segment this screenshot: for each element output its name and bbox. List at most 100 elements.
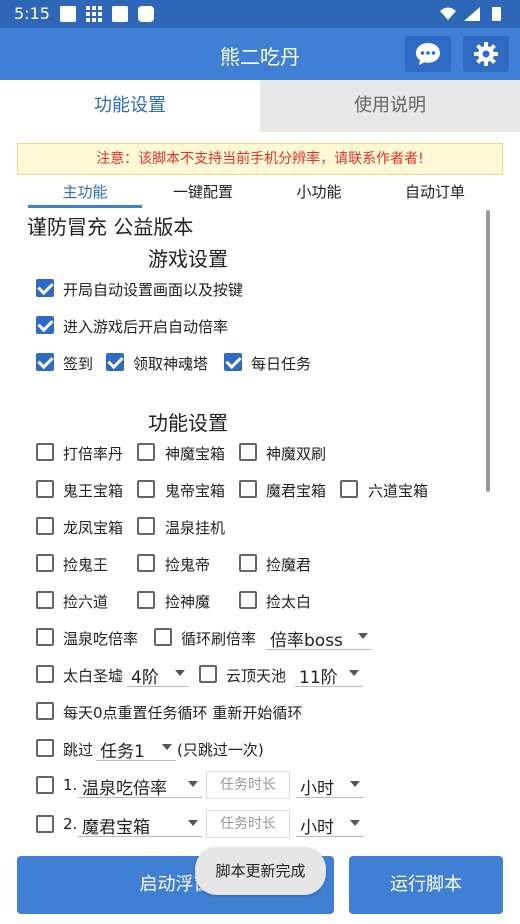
skip-note: (只跳过一次) <box>177 741 264 759</box>
reset-loop-label: 每天0点重置任务循环 重新开始循环 <box>63 704 303 722</box>
tab-instructions[interactable]: 使用说明 <box>260 80 520 132</box>
task-2-duration-input[interactable]: 任务时长 <box>206 810 290 838</box>
update-complete-toast: 脚本更新完成 <box>195 847 326 895</box>
subtab-one-click-config[interactable]: 一键配置 <box>146 180 260 208</box>
taibai-dropdown-value: 4阶 <box>131 668 159 688</box>
subtab-main[interactable]: 主功能 <box>28 180 142 208</box>
task-2-unit-value: 小时 <box>300 818 334 838</box>
pick-ghost-king-checkbox[interactable] <box>36 554 54 572</box>
wifi-icon <box>440 7 456 20</box>
cloud-pool-label: 云顶天池 <box>226 667 287 685</box>
dropdown-arrow-icon <box>188 820 198 826</box>
chat-button[interactable] <box>405 36 451 72</box>
skip-task-dropdown[interactable]: 任务1 <box>96 735 176 762</box>
pick-taibai-checkbox[interactable] <box>239 591 257 609</box>
tower-checkbox[interactable] <box>106 353 124 371</box>
app-notification-icon-2 <box>138 6 154 22</box>
task-2-dropdown-value: 魔君宝箱 <box>82 818 150 838</box>
dropdown-arrow-icon <box>358 633 368 639</box>
resolution-warning: 注意：该脚本不支持当前手机分辨率，请联系作者者! <box>17 143 503 175</box>
signal-icon <box>464 7 480 21</box>
tab-function-settings[interactable]: 功能设置 <box>0 80 260 132</box>
daily-checkbox[interactable] <box>224 353 242 371</box>
skip-checkbox[interactable] <box>36 739 54 757</box>
game-settings-title: 游戏设置 <box>148 247 228 271</box>
god-demon-box-label: 神魔宝箱 <box>165 445 226 463</box>
ghost-emperor-box-label: 鬼帝宝箱 <box>165 482 226 500</box>
hot-spring-rate-label: 温泉吃倍率 <box>63 630 139 648</box>
pick-taibai-label: 捡太白 <box>266 593 312 611</box>
rate-pill-checkbox[interactable] <box>36 443 54 461</box>
hot-spring-idle-checkbox[interactable] <box>137 517 155 535</box>
pick-six-paths-checkbox[interactable] <box>36 591 54 609</box>
task-1-dropdown[interactable]: 温泉吃倍率 <box>78 772 202 799</box>
auto-rate-checkbox[interactable] <box>36 316 54 334</box>
task-1-checkbox[interactable] <box>36 776 54 794</box>
task-1-dropdown-value: 温泉吃倍率 <box>82 779 167 799</box>
pick-ghost-emperor-label: 捡鬼帝 <box>165 556 211 574</box>
hot-spring-idle-label: 温泉挂机 <box>165 519 226 537</box>
dropdown-arrow-icon <box>162 744 172 750</box>
tower-label: 领取神魂塔 <box>133 355 209 373</box>
status-time: 5:15 <box>14 4 50 23</box>
loop-rate-checkbox[interactable] <box>154 628 172 646</box>
six-paths-box-checkbox[interactable] <box>340 480 358 498</box>
cloud-pool-dropdown-value: 11阶 <box>299 668 338 688</box>
app-notification-icon <box>112 6 128 22</box>
auto-setup-checkbox[interactable] <box>36 279 54 297</box>
ghost-king-box-checkbox[interactable] <box>36 480 54 498</box>
dropdown-arrow-icon <box>350 820 360 826</box>
status-bar: 5:15 <box>0 0 520 28</box>
task-1-duration-input[interactable]: 任务时长 <box>206 771 290 799</box>
skip-task-dropdown-value: 任务1 <box>100 742 145 762</box>
rate-pill-label: 打倍率丹 <box>63 445 124 463</box>
sign-in-checkbox[interactable] <box>36 353 54 371</box>
dropdown-arrow-icon <box>188 781 198 787</box>
god-demon-double-checkbox[interactable] <box>239 443 257 461</box>
pick-god-demon-checkbox[interactable] <box>137 591 155 609</box>
skip-label: 跳过 <box>63 741 94 759</box>
task-1-unit-dropdown[interactable]: 小时 <box>296 772 364 799</box>
settings-button[interactable] <box>463 36 509 72</box>
pick-demon-lord-label: 捡魔君 <box>266 556 312 574</box>
taibai-dropdown[interactable]: 4阶 <box>127 661 189 688</box>
pick-god-demon-label: 捡神魔 <box>165 593 211 611</box>
cloud-pool-checkbox[interactable] <box>199 665 217 683</box>
ghost-emperor-box-checkbox[interactable] <box>137 480 155 498</box>
god-demon-double-label: 神魔双刷 <box>266 445 327 463</box>
dragon-phoenix-box-checkbox[interactable] <box>36 517 54 535</box>
pick-ghost-emperor-checkbox[interactable] <box>137 554 155 572</box>
dropdown-arrow-icon <box>175 670 185 676</box>
pick-demon-lord-checkbox[interactable] <box>239 554 257 572</box>
scrollbar[interactable] <box>486 210 490 492</box>
status-icons <box>438 5 508 27</box>
function-settings-title: 功能设置 <box>148 411 228 435</box>
task-1-number: 1. <box>63 776 78 794</box>
taibai-label: 太白圣墟 <box>63 667 124 685</box>
loop-rate-dropdown[interactable]: 倍率boss <box>266 624 372 651</box>
battery-icon <box>492 7 501 21</box>
auto-setup-label: 开局自动设置画面以及按键 <box>63 281 244 299</box>
reset-loop-checkbox[interactable] <box>36 702 54 720</box>
loop-rate-dropdown-value: 倍率boss <box>270 631 343 651</box>
task-1-unit-value: 小时 <box>300 779 334 799</box>
hot-spring-rate-checkbox[interactable] <box>36 628 54 646</box>
dragon-phoenix-box-label: 龙凤宝箱 <box>63 519 124 537</box>
demon-lord-box-checkbox[interactable] <box>239 480 257 498</box>
cloud-pool-dropdown[interactable]: 11阶 <box>295 661 363 688</box>
subtab-auto-order[interactable]: 自动订单 <box>378 180 492 208</box>
six-paths-box-label: 六道宝箱 <box>368 482 429 500</box>
task-2-unit-dropdown[interactable]: 小时 <box>296 811 364 838</box>
loop-rate-label: 循环刷倍率 <box>181 630 257 648</box>
taibai-checkbox[interactable] <box>36 665 54 683</box>
main-heading: 谨防冒充 公益版本 <box>27 215 194 239</box>
pick-ghost-king-label: 捡鬼王 <box>63 556 109 574</box>
subtab-small-functions[interactable]: 小功能 <box>262 180 376 208</box>
notification-icon <box>60 6 76 22</box>
dropdown-arrow-icon <box>349 670 359 676</box>
pick-six-paths-label: 捡六道 <box>63 593 109 611</box>
run-script-button[interactable]: 运行脚本 <box>349 856 503 914</box>
god-demon-box-checkbox[interactable] <box>137 443 155 461</box>
task-2-dropdown[interactable]: 魔君宝箱 <box>78 811 202 838</box>
task-2-checkbox[interactable] <box>36 815 54 833</box>
